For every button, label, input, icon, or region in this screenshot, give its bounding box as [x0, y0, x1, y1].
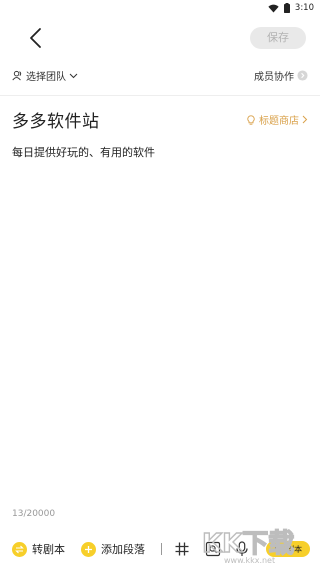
- swap-icon: [12, 541, 27, 557]
- back-button[interactable]: [26, 26, 46, 50]
- ai-script-label: 剧本: [286, 544, 303, 554]
- title-store-link[interactable]: 标题商店: [246, 112, 308, 127]
- search-document-icon: [205, 541, 221, 557]
- hashtag-icon: [175, 542, 189, 556]
- chevron-right-circle-icon: [297, 70, 308, 81]
- add-paragraph-button[interactable]: 添加段落: [81, 541, 145, 557]
- search-scene-button[interactable]: [205, 541, 221, 557]
- save-button[interactable]: 保存: [250, 27, 306, 49]
- title-store-label: 标题商店: [259, 116, 299, 127]
- team-toolbar: 选择团队 成员协作: [0, 64, 320, 88]
- status-time: 3:10: [294, 3, 314, 13]
- bottom-toolbar: 转剧本 添加段落 AI 剧本: [0, 534, 320, 564]
- toolbar-separator: [161, 543, 162, 555]
- ai-script-ai-text: AI: [273, 544, 285, 554]
- ai-script-button[interactable]: AI 剧本: [266, 541, 310, 557]
- select-team-button[interactable]: 选择团队: [12, 68, 78, 83]
- member-collab-button[interactable]: 成员协作: [254, 68, 308, 83]
- lightbulb-icon: [247, 114, 255, 125]
- hashtag-button[interactable]: [174, 541, 190, 557]
- battery-icon: [283, 3, 290, 13]
- user-icon: [12, 70, 22, 81]
- document-title[interactable]: 多多软件站: [12, 107, 100, 132]
- wifi-icon: [268, 4, 279, 13]
- plus-icon: [81, 541, 96, 557]
- voice-input-button[interactable]: [234, 541, 250, 557]
- member-collab-label: 成员协作: [254, 72, 294, 83]
- character-counter: 13/20000: [12, 509, 56, 519]
- document-body[interactable]: 每日提供好玩的、有用的软件: [12, 144, 155, 160]
- convert-to-script-button[interactable]: 转剧本: [12, 541, 65, 557]
- chevron-left-icon: [30, 28, 41, 48]
- microphone-icon: [236, 541, 248, 556]
- chevron-down-icon: [69, 73, 78, 78]
- status-bar: 3:10: [0, 0, 320, 16]
- select-team-label: 选择团队: [26, 72, 66, 83]
- convert-to-script-label: 转剧本: [32, 543, 65, 556]
- divider: [0, 95, 320, 96]
- add-paragraph-label: 添加段落: [101, 543, 145, 556]
- chevron-right-icon: [302, 115, 308, 124]
- top-bar: 保存: [0, 18, 320, 58]
